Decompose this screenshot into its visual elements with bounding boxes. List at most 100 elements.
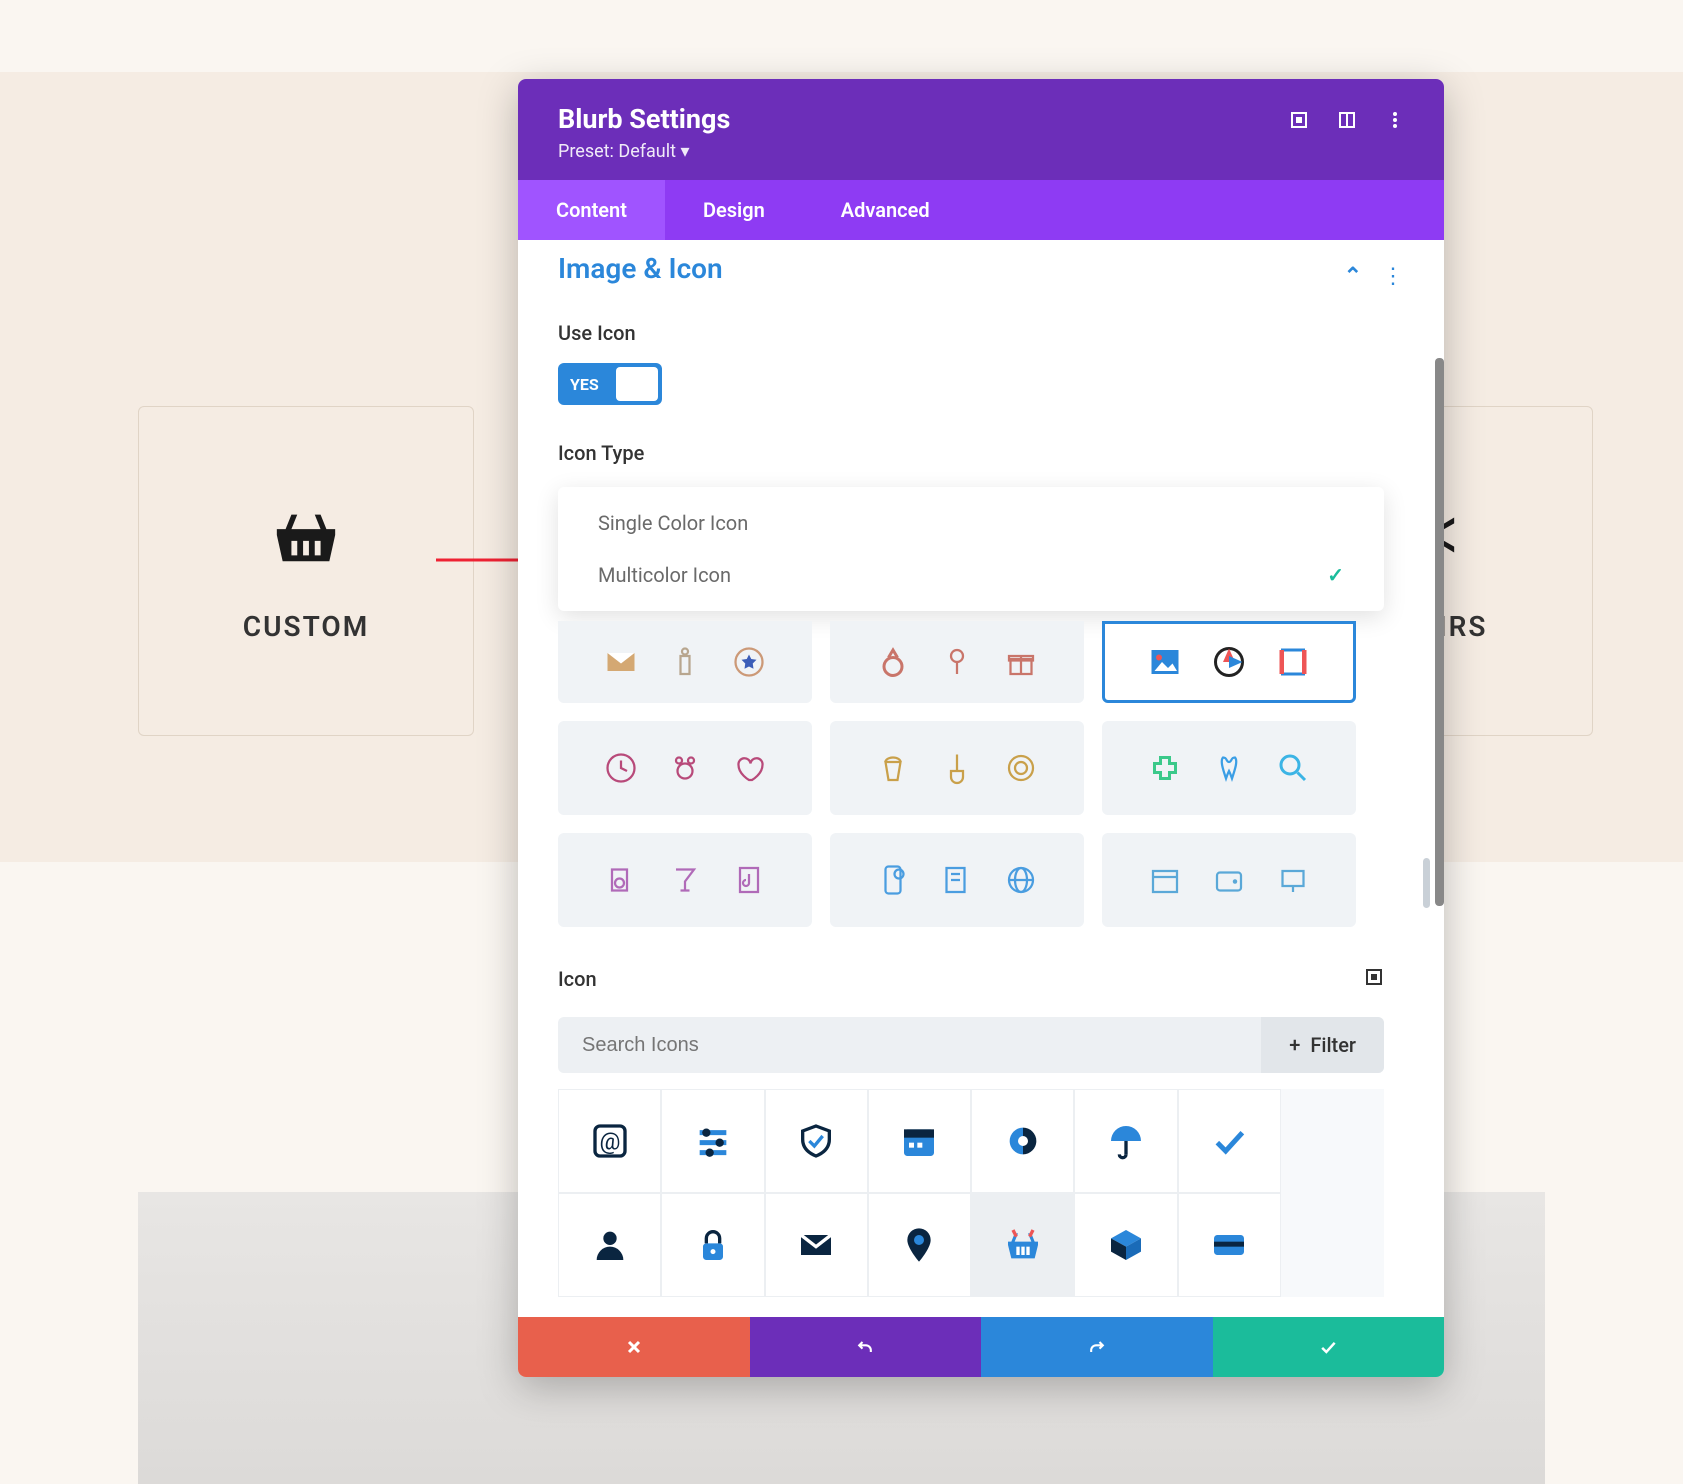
icon-cell-empty [1281,1193,1384,1297]
presentation-icon [1275,862,1311,898]
gear-half-icon [1003,1121,1043,1161]
preset-label: Preset: Default [558,141,676,162]
icon-cell[interactable] [868,1089,971,1193]
icon-cell[interactable] [661,1193,764,1297]
checkmark-icon [1209,1121,1249,1161]
document-edit-icon [939,862,975,898]
check-icon [1318,1337,1338,1357]
section-title[interactable]: Image & Icon [558,252,1404,285]
icon-pack[interactable] [558,721,812,815]
music-book-icon [731,862,767,898]
icon-cell[interactable] [558,1193,661,1297]
icon-cell[interactable] [765,1193,868,1297]
icon-pack-selected[interactable] [1102,621,1356,703]
wallet-icon [1211,862,1247,898]
film-icon [1275,644,1311,680]
dropdown-item-label: Single Color Icon [598,511,748,535]
heart-leaf-icon [731,750,767,786]
panel-body: Image & Icon ⌃ ⋮ Use Icon YES Icon Type … [518,252,1444,1317]
tab-design[interactable]: Design [665,180,803,240]
icon-cell[interactable] [1074,1193,1177,1297]
tabs: Content Design Advanced [518,180,1444,240]
dropdown-item-single[interactable]: Single Color Icon [558,497,1384,549]
cocktail-icon [667,862,703,898]
icon-field-label: Icon [558,967,597,991]
credit-card-icon [1209,1225,1249,1265]
pet-icon [667,750,703,786]
icon-pack[interactable] [558,833,812,927]
phone-gear-icon [875,862,911,898]
bucket-icon [875,750,911,786]
card-label: CUSTOM [243,610,369,643]
modal-footer [518,1317,1444,1377]
icon-cell[interactable]: @ [558,1089,661,1193]
preset-selector[interactable]: Preset: Default ▾ [558,141,730,162]
icon-cell[interactable] [765,1089,868,1193]
tooth-icon [1211,750,1247,786]
tab-advanced[interactable]: Advanced [803,180,968,240]
person-icon [590,1225,630,1265]
save-button[interactable] [1213,1317,1445,1377]
toggle-knob [616,367,658,401]
filter-label: Filter [1310,1033,1356,1057]
icon-cell-hover[interactable] [971,1193,1074,1297]
icon-pack[interactable] [830,721,1084,815]
columns-icon[interactable] [1338,111,1356,129]
clock-icon [603,750,639,786]
use-icon-toggle[interactable]: YES [558,363,662,405]
icon-search-row: + Filter [558,1017,1384,1073]
redo-icon [1087,1337,1107,1357]
basket-icon [271,500,341,570]
icon-pack[interactable] [1102,721,1356,815]
dropdown-item-label: Multicolor Icon [598,563,731,587]
icon-type-dropdown: Single Color Icon Multicolor Icon ✓ [558,487,1384,611]
cancel-button[interactable] [518,1317,750,1377]
icon-cell[interactable] [1178,1193,1281,1297]
basket-filled-icon [1003,1225,1043,1265]
icon-cell[interactable] [1074,1089,1177,1193]
tab-content[interactable]: Content [518,180,665,240]
search-input[interactable] [558,1017,1261,1073]
star-badge-icon [731,644,767,680]
undo-button[interactable] [750,1317,982,1377]
icon-type-label: Icon Type [558,441,1404,465]
icon-cell[interactable] [868,1193,971,1297]
bg-card-custom: CUSTOM [138,406,474,736]
modal-title: Blurb Settings [558,103,730,135]
filter-button[interactable]: + Filter [1261,1017,1384,1073]
collapse-icon[interactable]: ⌃ [1344,264,1362,289]
expand-icon[interactable] [1364,967,1384,991]
icon-cell[interactable] [1178,1089,1281,1193]
icon-pack[interactable] [558,621,812,703]
bottle-icon [667,644,703,680]
icon-pack[interactable] [830,833,1084,927]
mail-icon [796,1225,836,1265]
more-icon[interactable] [1386,111,1404,129]
modal-header: Blurb Settings Preset: Default ▾ [518,79,1444,180]
plus-icon: + [1289,1033,1300,1057]
aperture-icon [1211,644,1247,680]
scrollbar[interactable] [1435,358,1444,906]
icon-grid-scrollbar[interactable] [1423,858,1430,908]
shield-check-icon [796,1121,836,1161]
magnifier-icon [1275,750,1311,786]
icon-pack-grid [558,621,1356,927]
settings-modal: Blurb Settings Preset: Default ▾ Content… [518,79,1444,1377]
icon-cell[interactable] [661,1089,764,1193]
dropdown-item-multi[interactable]: Multicolor Icon ✓ [558,549,1384,601]
close-icon [625,1338,643,1356]
location-icon [899,1225,939,1265]
icon-cell[interactable] [971,1089,1074,1193]
medical-cross-icon [1147,750,1183,786]
gift-icon [1003,644,1039,680]
svg-text:@: @ [599,1127,620,1155]
coin-icon [1003,750,1039,786]
fullscreen-icon[interactable] [1290,111,1308,129]
toggle-value: YES [570,375,599,394]
calendar-filled-icon [899,1121,939,1161]
section-more-icon[interactable]: ⋮ [1382,264,1404,289]
icon-pack[interactable] [830,621,1084,703]
envelope-icon [603,644,639,680]
icon-pack[interactable] [1102,833,1356,927]
redo-button[interactable] [981,1317,1213,1377]
